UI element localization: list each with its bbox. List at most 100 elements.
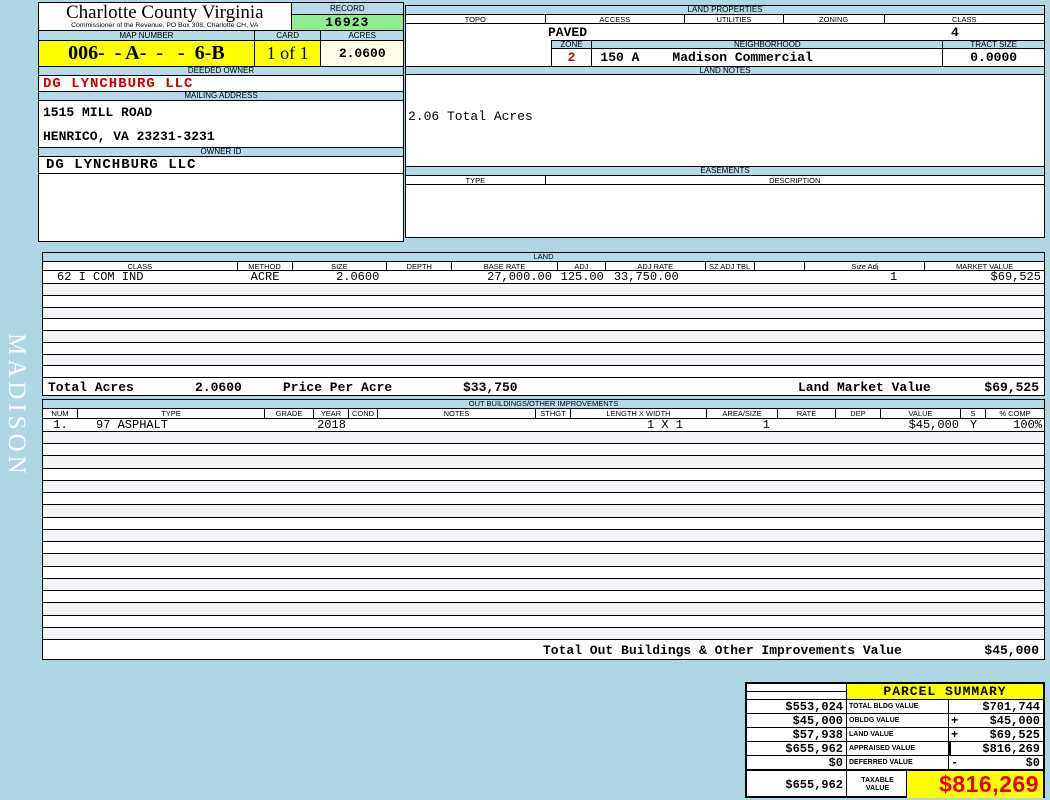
- ob-header-dep: DEP: [836, 409, 881, 418]
- land-header-class: CLASS: [43, 262, 238, 270]
- easements-header-type: TYPE: [406, 176, 546, 184]
- tract-size-value[interactable]: 0.0000: [943, 49, 1044, 66]
- empty-row: [43, 554, 1044, 566]
- empty-row: [43, 444, 1044, 456]
- ps-op-deferred: -: [949, 756, 962, 769]
- card-label: CARD: [255, 31, 322, 40]
- lp-header-access: ACCESS: [546, 15, 686, 23]
- county-title-cell: Charlotte County Virginia Commissioner o…: [39, 3, 291, 30]
- ob-header-value: VALUE: [881, 409, 961, 418]
- empty-row: [43, 366, 1044, 378]
- ob-cell-notes: [378, 419, 536, 431]
- land-notes-title: LAND NOTES: [406, 66, 1044, 75]
- card-field[interactable]: 1 of 1: [255, 41, 322, 66]
- map-number-field[interactable]: 006- - A- - - 6-B: [39, 41, 255, 66]
- ob-header-s: S: [961, 409, 986, 418]
- neighborhood-name[interactable]: Madison Commercial: [672, 50, 812, 65]
- land-header-base-rate: BASE RATE: [452, 262, 558, 270]
- ps-value-total-bldg: $701,744: [962, 700, 1043, 713]
- mailing-address-label: MAILING ADDRESS: [39, 92, 403, 101]
- price-per-acre-label: Price Per Acre: [283, 380, 392, 395]
- ob-cell-s: Y: [961, 419, 986, 431]
- land-cell-depth: [387, 271, 452, 283]
- empty-row: [43, 567, 1044, 579]
- ob-empty-rows: [43, 432, 1044, 640]
- empty-row: [43, 530, 1044, 542]
- empty-row: [43, 591, 1044, 603]
- district-vertical-label: MADISON: [2, 333, 30, 478]
- mailing-address-block[interactable]: 1515 MILL ROAD HENRICO, VA 23231-3231: [39, 101, 403, 148]
- ob-header-pct-comp: % COMP: [986, 409, 1044, 418]
- ps-prior-land: $57,938: [747, 728, 847, 741]
- empty-row: [43, 542, 1044, 554]
- empty-row: [43, 343, 1044, 355]
- zone-value[interactable]: 2: [552, 49, 593, 66]
- land-properties-panel: LAND PROPERTIES TOPO ACCESS UTILITIES ZO…: [405, 5, 1045, 238]
- empty-row: [43, 481, 1044, 493]
- ob-cell-area-size: 1: [707, 419, 778, 431]
- record-value-field[interactable]: 16923: [292, 15, 403, 30]
- empty-row: [43, 493, 1044, 505]
- ob-cell-rate: [778, 419, 836, 431]
- land-cell-sz-adj-tbl: [706, 271, 755, 283]
- land-totals-row: Total Acres 2.0600 Price Per Acre $33,75…: [43, 378, 1044, 395]
- ps-label-deferred: DEFERRED VALUE: [847, 756, 949, 769]
- ps-value-taxable: $816,269: [907, 771, 1043, 798]
- empty-row: [43, 505, 1044, 517]
- out-buildings-total-value: $45,000: [984, 643, 1039, 658]
- empty-row: [43, 616, 1044, 628]
- neighborhood-code[interactable]: 150 A: [600, 50, 639, 65]
- neighborhood-label: NEIGHBORHOOD: [592, 40, 943, 49]
- empty-row: [43, 518, 1044, 530]
- ob-header-grade: GRADE: [265, 409, 314, 418]
- empty-row: [43, 456, 1044, 468]
- land-notes-text: 2.06 Total Acres: [408, 109, 533, 124]
- land-cell-size-adj: 1: [805, 271, 925, 283]
- land-table: LAND CLASS METHOD SIZE DEPTH BASE RATE A…: [42, 252, 1045, 396]
- record-label: RECORD: [292, 3, 403, 15]
- owner-id-value[interactable]: DG LYNCHBURG LLC: [39, 157, 403, 174]
- ob-header-num: NUM: [43, 409, 78, 418]
- ps-op-land: +: [949, 728, 962, 741]
- ps-value-obldg: $45,000: [962, 714, 1043, 727]
- ps-label-appraised: APPRAISED VALUE: [847, 742, 949, 755]
- empty-row: [43, 603, 1044, 615]
- ps-op-obldg: +: [949, 714, 962, 727]
- ob-header-area-size: AREA/SIZE: [707, 409, 778, 418]
- out-building-data-row[interactable]: 1. 97 ASPHALT 2018 1 X 1 1 $45,000 Y 100…: [43, 419, 1044, 432]
- ob-cell-num: 1.: [43, 419, 78, 431]
- access-value[interactable]: PAVED: [548, 25, 587, 40]
- land-header-adj: ADJ: [558, 262, 606, 270]
- ob-cell-year: 2018: [314, 419, 349, 431]
- ps-label-obldg: OBLDG VALUE: [847, 714, 949, 727]
- land-header-size: SIZE: [293, 262, 388, 270]
- empty-row: [43, 284, 1044, 296]
- out-buildings-total-label: Total Out Buildings & Other Improvements…: [543, 643, 902, 658]
- land-data-row[interactable]: 62 I COM IND ACRE 2.0600 27,000.00 125.0…: [43, 271, 1044, 284]
- total-acres-value: 2.0600: [195, 380, 242, 395]
- parcel-summary: PARCEL SUMMARY $553,024 TOTAL BLDG VALUE…: [745, 682, 1045, 798]
- land-header-adj-rate: ADJ RATE: [606, 262, 706, 270]
- empty-row: [43, 579, 1044, 591]
- easements-title: EASEMENTS: [406, 167, 1044, 176]
- ps-prior-obldg: $45,000: [747, 714, 847, 727]
- address-line2: HENRICO, VA 23231-3231: [43, 129, 403, 144]
- lp-header-zoning: ZONING: [784, 15, 885, 23]
- land-cell-method: ACRE: [238, 271, 293, 283]
- deeded-owner-value[interactable]: DG LYNCHBURG LLC: [39, 76, 403, 92]
- acres-label: ACRES: [321, 31, 403, 40]
- easements-empty-box: [406, 185, 1044, 240]
- ob-header-cond: COND: [349, 409, 378, 418]
- class-value[interactable]: 4: [951, 25, 959, 40]
- land-market-value-label: Land Market Value: [798, 380, 931, 395]
- address-line1: 1515 MILL ROAD: [43, 105, 403, 120]
- owner-panel-blank: [39, 174, 403, 243]
- ps-op-total-bldg: [949, 700, 962, 713]
- empty-row: [43, 331, 1044, 343]
- land-notes-box[interactable]: 2.06 Total Acres: [406, 75, 1044, 167]
- land-cell-market-value: $69,525: [925, 271, 1044, 283]
- acres-field[interactable]: 2.0600: [321, 41, 403, 66]
- commissioner-line: Commissioner of the Revenue, PO Box 308,…: [71, 22, 258, 30]
- land-cell-class: 62 I COM IND: [43, 271, 238, 283]
- out-buildings-total-row: Total Out Buildings & Other Improvements…: [43, 640, 1044, 659]
